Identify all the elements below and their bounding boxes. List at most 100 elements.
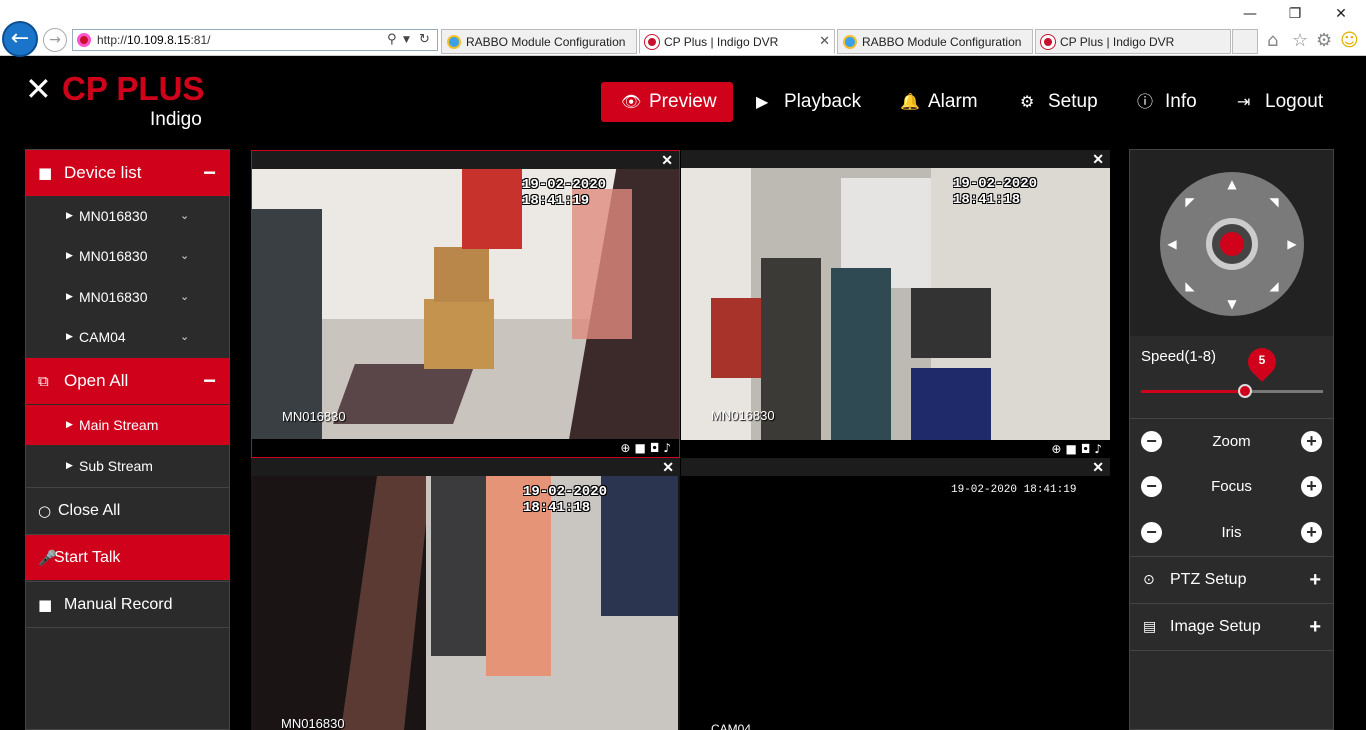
feedback-smiley-icon[interactable]: ☺ <box>1340 30 1359 51</box>
audio-icon[interactable]: ♪ <box>1094 442 1106 456</box>
restore-button[interactable]: ❐ <box>1283 4 1307 24</box>
new-tab-button[interactable] <box>1232 29 1258 54</box>
ptz-center-button[interactable] <box>1206 218 1258 270</box>
ptz-panel: ▲ ▼ ◀ ▶ ◤ ◥ ◣ ◢ Speed(1-8) 5 − Zoom + − … <box>1129 149 1334 730</box>
logout-icon: ⇥ <box>1237 92 1251 111</box>
snapshot-camera-icon[interactable]: ◘ <box>650 441 664 455</box>
address-url[interactable]: http://10.109.8.15:81/ <box>97 33 210 47</box>
minimize-button[interactable]: — <box>1238 4 1262 24</box>
device-item[interactable]: ▶ MN016830 ⌄ <box>26 196 229 236</box>
arrow-down-right-icon[interactable]: ◢ <box>1266 278 1282 294</box>
video-grid: ✕ 19-02-2020 18:41:19 MN016830 ⊕■◘♪ ✕ 19… <box>251 150 1110 730</box>
forward-button[interactable]: → <box>43 28 67 52</box>
zoom-in-icon[interactable]: ⊕ <box>1051 442 1065 456</box>
device-item[interactable]: ▶ CAM04 ⌄ <box>26 317 229 357</box>
image-setup-label: Image Setup <box>1170 618 1261 635</box>
snapshot-camera-icon[interactable]: ◘ <box>1081 442 1095 456</box>
chevron-down-icon[interactable]: ⌄ <box>180 196 189 236</box>
arrow-up-right-icon[interactable]: ◥ <box>1266 194 1282 210</box>
tab-label: RABBO Module Configuration <box>862 35 1022 49</box>
nav-preview[interactable]: 👁 Preview <box>601 82 733 122</box>
camera-feed[interactable]: 19-02-2020 18:41:18 MN016830 <box>251 476 680 730</box>
device-list-header[interactable]: ■ Device list − <box>26 150 229 196</box>
zoom-in-icon[interactable]: ⊕ <box>620 441 634 455</box>
video-pane-2[interactable]: ✕ 19-02-2020 18:41:18 MN016830 ⊕■◘♪ <box>681 150 1110 458</box>
search-icon[interactable]: ⚲ <box>387 32 397 47</box>
home-icon[interactable]: ⌂ <box>1267 30 1278 51</box>
close-pane-icon[interactable]: ✕ <box>1092 150 1104 168</box>
ptz-direction-wheel[interactable]: ▲ ▼ ◀ ▶ ◤ ◥ ◣ ◢ <box>1160 172 1304 316</box>
close-window-button[interactable]: ✕ <box>1329 4 1353 24</box>
atm-machine <box>252 209 322 439</box>
nav-logout[interactable]: ⇥ Logout <box>1237 82 1323 122</box>
dropdown-icon[interactable]: ▼ <box>403 35 410 45</box>
floor-mat <box>333 364 475 424</box>
refresh-icon[interactable]: ↻ <box>419 32 430 47</box>
chevron-down-icon[interactable]: ⌄ <box>180 236 189 276</box>
close-pane-icon[interactable]: ✕ <box>1092 458 1104 476</box>
tab-rabbo-1[interactable]: RABBO Module Configuration <box>441 29 637 54</box>
record-icon[interactable]: ■ <box>634 441 649 455</box>
collapse-minus-icon[interactable]: − <box>203 358 216 404</box>
tab-rabbo-2[interactable]: RABBO Module Configuration <box>837 29 1033 54</box>
zoom-in-button[interactable]: + <box>1301 431 1322 452</box>
image-setup-button[interactable]: ▤ Image Setup + <box>1130 603 1333 650</box>
start-talk-button[interactable]: 🎤 Start Talk <box>26 534 229 580</box>
arrow-down-left-icon[interactable]: ◣ <box>1182 278 1198 294</box>
open-all-header[interactable]: ⧉ Open All − <box>26 358 229 404</box>
tab-label: RABBO Module Configuration <box>466 35 626 49</box>
address-bar[interactable]: http://10.109.8.15:81/ ⚲ ▼ ↻ <box>72 29 438 51</box>
arrow-up-icon[interactable]: ▲ <box>1224 176 1240 192</box>
back-button[interactable]: ← <box>2 21 38 57</box>
settings-gear-icon[interactable]: ⚙ <box>1316 30 1332 51</box>
video-pane-3[interactable]: ✕ 19-02-2020 18:41:18 MN016830 <box>251 458 680 730</box>
record-icon[interactable]: ■ <box>1065 442 1080 456</box>
close-all-button[interactable]: ○ Close All <box>26 487 229 533</box>
tab-label: CP Plus | Indigo DVR <box>664 35 779 49</box>
video-pane-4[interactable]: ✕ 19-02-2020 18:41:19 CAM04 <box>681 458 1110 730</box>
nav-info[interactable]: ⓘ Info <box>1137 82 1197 122</box>
tab-label: CP Plus | Indigo DVR <box>1060 35 1175 49</box>
video-pane-1[interactable]: ✕ 19-02-2020 18:41:19 MN016830 ⊕■◘♪ <box>251 150 680 458</box>
tab-cpplus-active[interactable]: CP Plus | Indigo DVR ✕ <box>639 29 835 54</box>
close-tab-icon[interactable]: ✕ <box>819 33 830 49</box>
manual-record-button[interactable]: ■ Manual Record <box>26 581 229 627</box>
poster <box>462 169 522 249</box>
expand-plus-icon[interactable]: + <box>1309 557 1321 603</box>
speed-slider[interactable] <box>1141 384 1323 398</box>
site-favicon-icon <box>77 33 91 47</box>
chevron-down-icon[interactable]: ⌄ <box>180 277 189 317</box>
close-pane-icon[interactable]: ✕ <box>661 151 673 169</box>
expand-plus-icon[interactable]: + <box>1309 604 1321 650</box>
ptz-setup-button[interactable]: ⊙ PTZ Setup + <box>1130 556 1333 603</box>
chevron-down-icon[interactable]: ⌄ <box>180 317 189 357</box>
tab-cpplus-2[interactable]: CP Plus | Indigo DVR <box>1035 29 1231 54</box>
arrow-down-icon[interactable]: ▼ <box>1224 296 1240 312</box>
collapse-minus-icon[interactable]: − <box>203 150 216 196</box>
nav-setup[interactable]: ⚙ Setup <box>1020 82 1098 122</box>
browser-toolbar: — ❐ ✕ ← → http://10.109.8.15:81/ ⚲ ▼ ↻ R… <box>0 0 1366 57</box>
gear-icon: ⚙ <box>1020 92 1035 111</box>
close-pane-icon[interactable]: ✕ <box>662 458 674 476</box>
arrow-left-icon[interactable]: ◀ <box>1164 236 1180 252</box>
nav-playback[interactable]: ▶ Playback <box>756 82 861 122</box>
video-camera-icon: ■ <box>38 596 53 614</box>
camera-feed[interactable]: 19-02-2020 18:41:19 MN016830 <box>252 169 679 439</box>
audio-icon[interactable]: ♪ <box>663 441 675 455</box>
device-item[interactable]: ▶ MN016830 ⌄ <box>26 277 229 317</box>
focus-plus-button[interactable]: + <box>1301 476 1322 497</box>
main-stream-item[interactable]: ▶ Main Stream <box>26 405 229 445</box>
arrow-right-icon[interactable]: ▶ <box>1284 236 1300 252</box>
camera-feed[interactable]: 19-02-2020 18:41:18 MN016830 <box>681 168 1110 440</box>
sub-stream-item[interactable]: ▶ Sub Stream <box>26 446 229 486</box>
favorites-star-icon[interactable]: ☆ <box>1292 30 1308 51</box>
device-item[interactable]: ▶ MN016830 ⌄ <box>26 236 229 276</box>
device-name: CAM04 <box>79 329 126 345</box>
arrow-up-left-icon[interactable]: ◤ <box>1182 194 1198 210</box>
camera-feed[interactable]: 19-02-2020 18:41:19 CAM04 <box>681 476 1110 730</box>
ie-icon <box>843 35 857 49</box>
iris-plus-button[interactable]: + <box>1301 522 1322 543</box>
divider <box>26 627 229 628</box>
nav-alarm[interactable]: 🔔 Alarm <box>900 82 978 122</box>
speed-slider-handle[interactable] <box>1237 384 1252 398</box>
